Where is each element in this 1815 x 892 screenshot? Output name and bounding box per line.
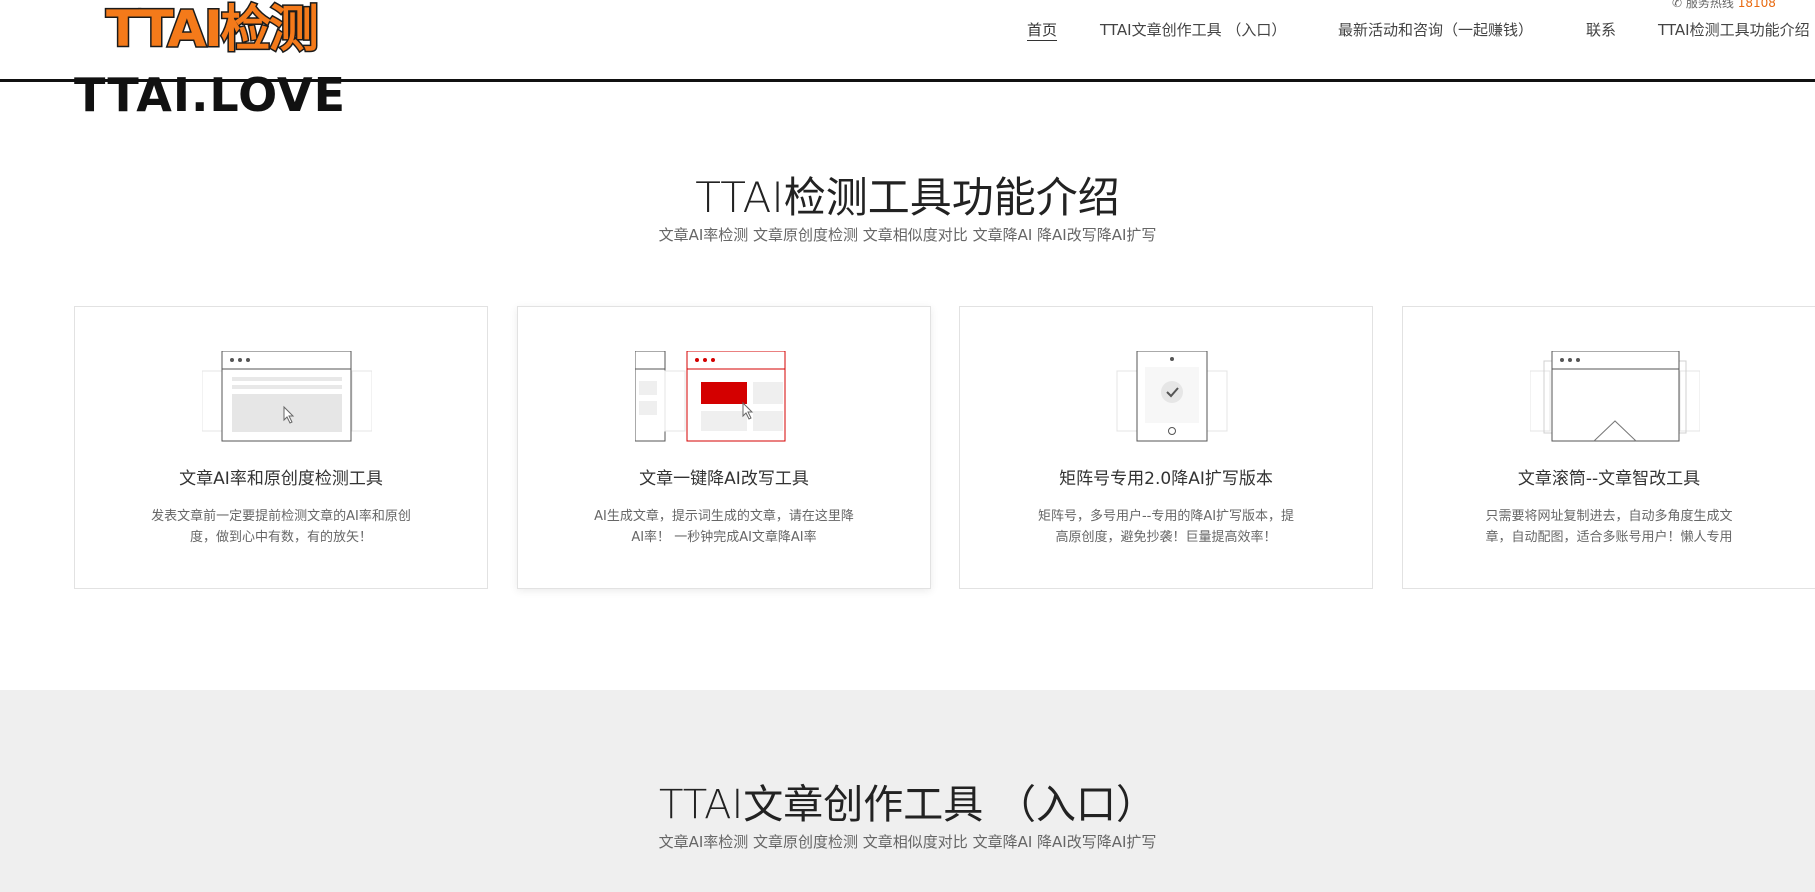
card-title: 文章一键降AI改写工具 [639,469,809,489]
features-title: TTAI检测工具功能介绍 [695,173,1120,222]
card-description: 矩阵号，多号用户--专用的降AI扩写版本，提高原创度，避免抄袭！巨量提高效率！ [1037,509,1295,545]
phone-icon: ✆ [1672,0,1683,10]
feature-card-detection[interactable]: 文章AI率和原创度检测工具 发表文章前一定要提前检测文章的AI率和原创度，做到心… [74,306,488,589]
feature-card-ai-rewrite[interactable]: 文章一键降AI改写工具 AI生成文章，提示词生成的文章，请在这里降AI率！ 一秒… [517,306,931,589]
feature-card-matrix-expansion[interactable]: 矩阵号专用2.0降AI扩写版本 矩阵号，多号用户--专用的降AI扩写版本，提高原… [959,306,1373,589]
card-title: 文章滚筒--文章智改工具 [1517,469,1701,489]
card-description: AI生成文章，提示词生成的文章，请在这里降AI率！ 一秒钟完成AI文章降AI率 [594,509,854,545]
browser-window-red-icon [635,351,786,442]
card-description: 只需要将网址复制进去，自动多角度生成文章，自动配图，适合多账号用户！懒人专用 [1485,509,1733,545]
creation-subtitle: 文章AI率检测 文章原创度检测 文章相似度对比 文章降AI 降AI改写降AI扩写 [658,833,1157,851]
features-subtitle: 文章AI率检测 文章原创度检测 文章相似度对比 文章降AI 降AI改写降AI扩写 [658,226,1157,244]
card-title: 文章AI率和原创度检测工具 [179,469,383,489]
card-title: 矩阵号专用2.0降AI扩写版本 [1059,469,1273,489]
nav-item-home[interactable]: 首页 [1027,19,1057,41]
hotline-number: 18108 [1737,0,1776,10]
nav-item-activities[interactable]: 最新活动和咨询（一起赚钱） [1338,19,1533,41]
nav-item-creation-tool[interactable]: TTAI文章创作工具 （入口） [1100,19,1286,41]
hotline: ✆ 服务热线 18108 [1672,0,1776,11]
site-logo-subtext: TTAI.LOVE [74,68,346,122]
browser-window-icon [202,351,372,442]
feature-card-article-roller[interactable]: 文章滚筒--文章智改工具 只需要将网址复制进去，自动多角度生成文章，自动配图，适… [1402,306,1815,589]
hotline-label: 服务热线 [1685,0,1734,10]
nav-item-features[interactable]: TTAI检测工具功能介绍 [1658,19,1810,41]
creation-title: TTAI文章创作工具 （入口） [659,782,1156,828]
tablet-check-icon [1116,351,1228,442]
browser-mountain-icon [1530,351,1700,442]
nav-item-contact[interactable]: 联系 [1586,19,1616,41]
card-description: 发表文章前一定要提前检测文章的AI率和原创度，做到心中有数，有的放矢！ [151,509,411,545]
site-logo[interactable]: TTAI检测 [105,0,321,60]
